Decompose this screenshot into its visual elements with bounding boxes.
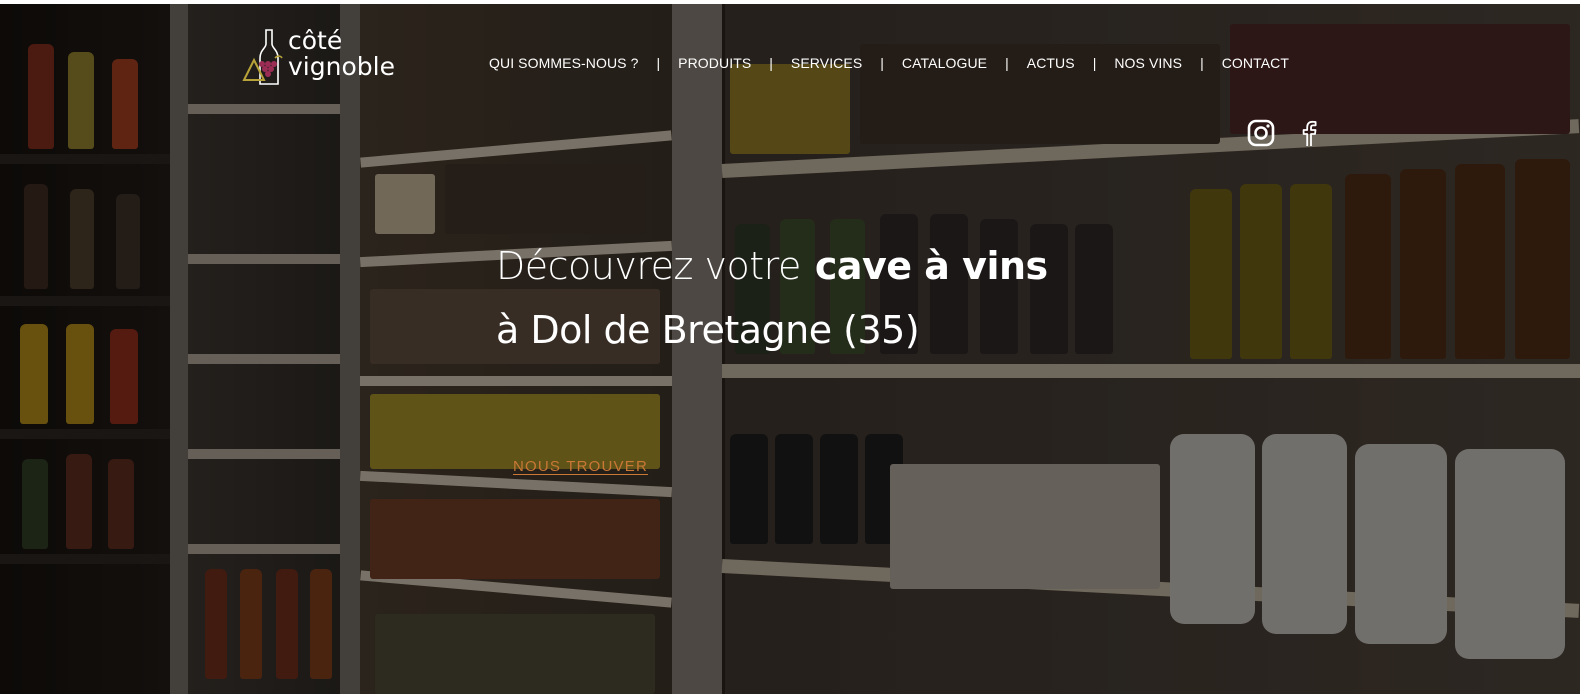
logo-wordmark: côté vignoble (288, 28, 395, 80)
nav-item-contact[interactable]: CONTACT (1222, 55, 1289, 71)
headline-line-1: Découvrez votre cave à vins (496, 244, 1048, 288)
site-logo[interactable]: côté vignoble (242, 28, 422, 88)
wine-bottle-grape-logo-icon (242, 29, 283, 85)
nav-item-qui-sommes-nous[interactable]: QUI SOMMES-NOUS ? (489, 55, 639, 71)
headline-location: à Dol de Bretagne (35) (496, 308, 920, 352)
nav-separator: | (1092, 55, 1097, 71)
nav-separator: | (769, 55, 773, 71)
hero-section: côté vignoble QUI SOMMES-NOUS ? | PRODUI… (0, 4, 1580, 694)
headline-highlight: cave à vins (814, 244, 1048, 288)
nav-separator: | (656, 55, 661, 71)
headline-intro: Découvrez votre (496, 244, 801, 288)
instagram-icon (1247, 119, 1275, 147)
nav-item-nos-vins[interactable]: NOS VINS (1114, 55, 1182, 71)
hero-headline: Découvrez votre cave à vins à Dol de Bre… (496, 244, 1048, 352)
nav-separator: | (1005, 55, 1009, 71)
logo-text-line1: côté (288, 26, 343, 55)
nav-item-services[interactable]: SERVICES (791, 55, 862, 71)
facebook-link[interactable] (1294, 118, 1324, 148)
nav-item-catalogue[interactable]: CATALOGUE (902, 55, 987, 71)
nav-item-produits[interactable]: PRODUITS (678, 55, 751, 71)
find-us-link[interactable]: NOUS TROUVER (513, 458, 648, 475)
nav-separator: | (1200, 55, 1204, 71)
main-navigation: QUI SOMMES-NOUS ? | PRODUITS | SERVICES … (489, 53, 1289, 73)
logo-text-line2: vignoble (288, 52, 395, 81)
nav-item-actus[interactable]: ACTUS (1027, 55, 1075, 71)
instagram-link[interactable] (1246, 118, 1276, 148)
nav-separator: | (880, 55, 884, 71)
facebook-icon (1302, 120, 1317, 146)
